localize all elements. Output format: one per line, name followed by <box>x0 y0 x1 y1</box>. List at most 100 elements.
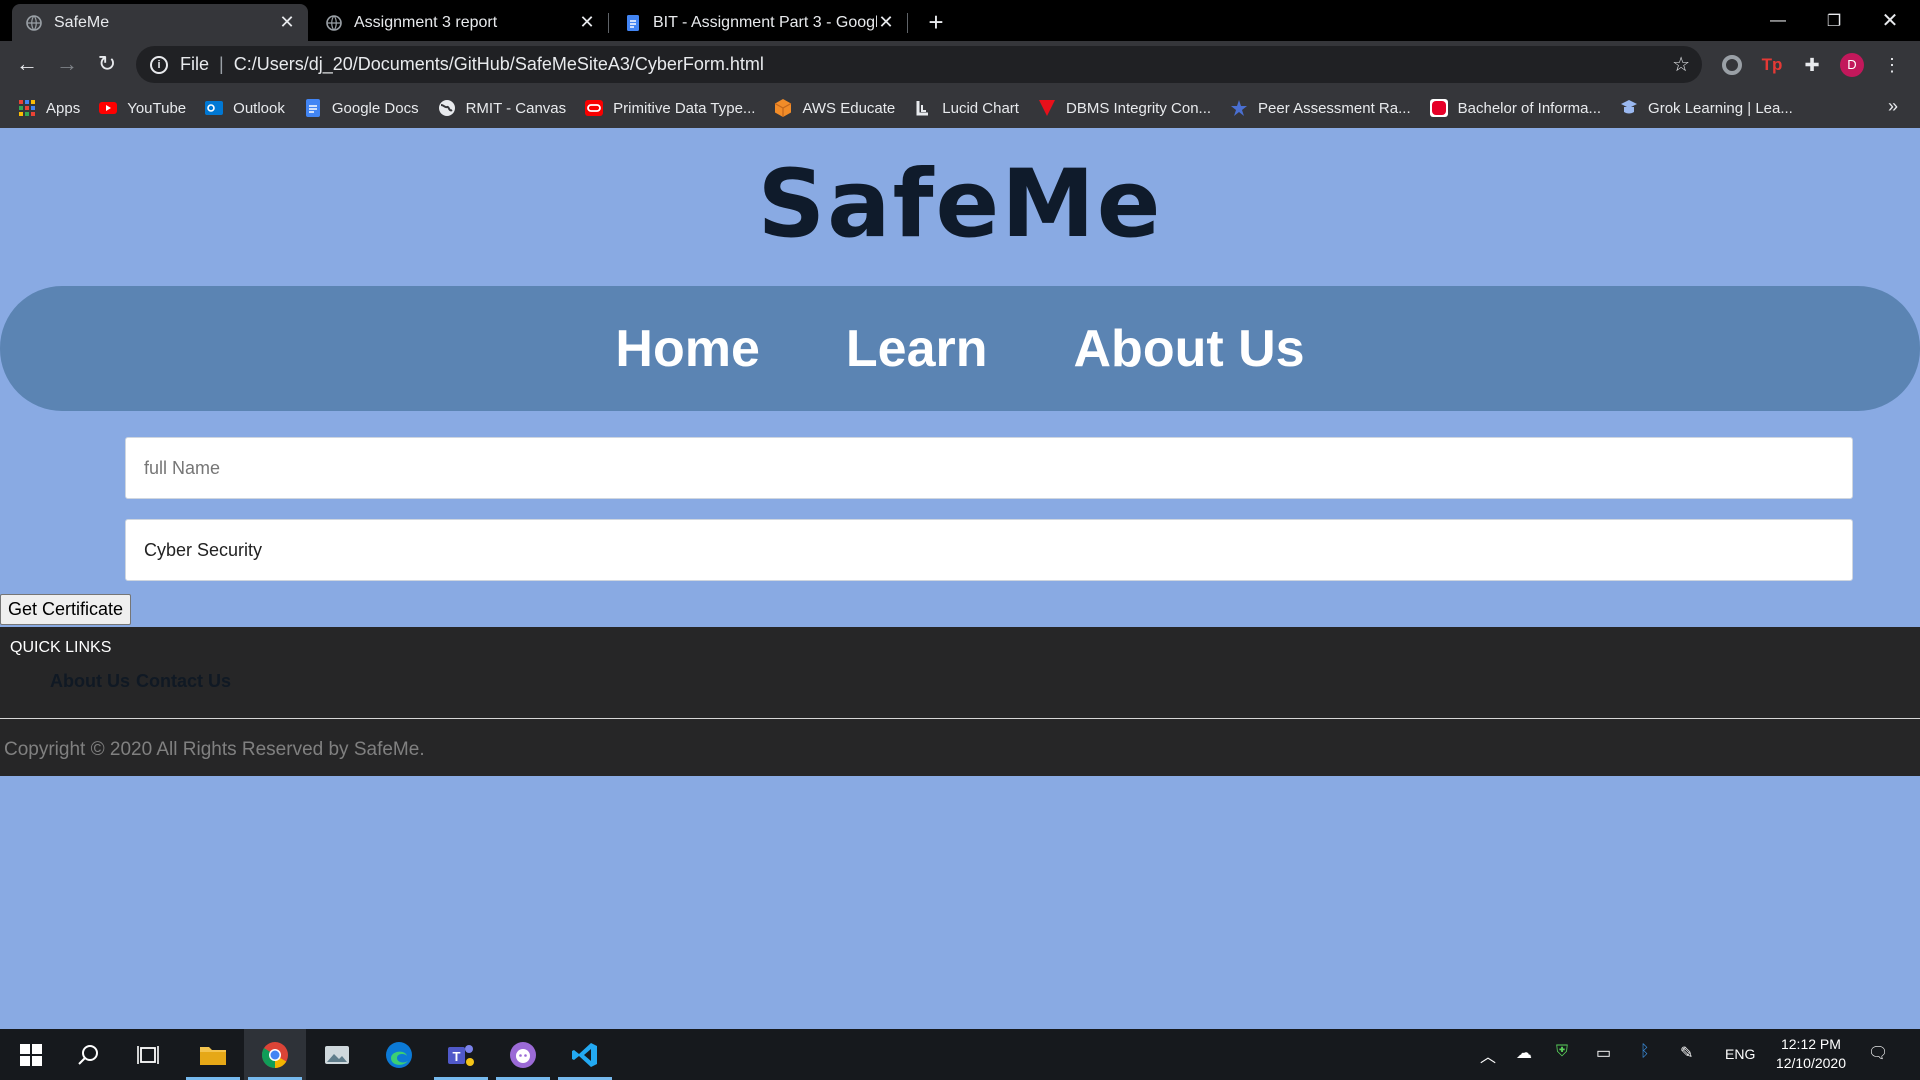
clock-date: 12/10/2020 <box>1775 1055 1846 1071</box>
github-desktop-icon[interactable] <box>492 1029 554 1080</box>
tab-google-doc[interactable]: BIT - Assignment Part 3 - Google ✕ <box>611 4 907 41</box>
back-icon[interactable]: ← <box>12 49 42 79</box>
footer-link-about-us[interactable]: About Us <box>50 671 130 691</box>
google-docs-icon <box>305 99 320 117</box>
bookmark-label: Bachelor of Informa... <box>1457 99 1602 117</box>
quick-links: About Us Contact Us <box>50 671 237 692</box>
nav-about-us[interactable]: About Us <box>1074 319 1305 379</box>
youtube-icon <box>99 102 118 114</box>
profile-initial: D <box>1840 53 1864 77</box>
tab-assignment-report[interactable]: Assignment 3 report ✕ <box>312 4 608 41</box>
bookmark-grok-learning[interactable]: Grok Learning | Lea... <box>1620 99 1793 117</box>
edge-icon[interactable] <box>368 1029 430 1080</box>
bookmark-label: AWS Educate <box>802 99 896 117</box>
tab-strip: SafeMe ✕ Assignment 3 report ✕ BIT - Ass… <box>0 0 1920 41</box>
address-bar[interactable]: i File | C:/Users/dj_20/Documents/GitHub… <box>136 46 1702 83</box>
svg-text:T: T <box>453 1049 461 1064</box>
teams-icon[interactable]: T <box>430 1029 492 1080</box>
address-scheme: File <box>180 54 210 74</box>
tab-separator <box>907 13 908 33</box>
system-clock[interactable]: 12:12 PM 12/10/2020 <box>1776 1035 1846 1073</box>
tab-title: SafeMe <box>54 13 110 31</box>
restore-icon[interactable]: ❐ <box>1806 0 1862 41</box>
windows-security-icon[interactable]: ⛨ <box>1556 1043 1568 1061</box>
aws-icon <box>775 99 792 117</box>
close-window-icon[interactable]: ✕ <box>1862 0 1918 41</box>
browser-toolbar: ← → ↻ i File | C:/Users/dj_20/Documents/… <box>0 41 1920 88</box>
peer-assessment-icon <box>1231 100 1248 116</box>
bookmark-label: Apps <box>46 99 81 117</box>
bookmark-google-docs[interactable]: Google Docs <box>304 99 419 117</box>
bluetooth-icon[interactable]: ᛒ <box>1640 1043 1650 1061</box>
bookmark-label: DBMS Integrity Con... <box>1065 99 1212 117</box>
info-icon[interactable]: i <box>150 55 168 74</box>
outlook-icon <box>205 101 224 115</box>
extensions-puzzle-icon[interactable]: ✚ <box>1800 53 1824 77</box>
site-logo: SafeMe <box>757 150 1163 259</box>
notifications-icon[interactable]: 🗨 <box>1868 1043 1888 1063</box>
lucidchart-icon <box>916 101 929 116</box>
nav-learn[interactable]: Learn <box>846 319 988 379</box>
photos-app-icon[interactable] <box>306 1029 368 1080</box>
footer-divider <box>0 718 1920 719</box>
show-hidden-icons-icon[interactable]: ︿ <box>1480 1043 1496 1067</box>
minimize-icon[interactable]: — <box>1750 0 1806 41</box>
close-icon[interactable]: ✕ <box>877 12 895 33</box>
search-icon[interactable] <box>58 1029 120 1080</box>
copyright-text: Copyright © 2020 All Rights Reserved by … <box>4 739 425 760</box>
close-icon[interactable]: ✕ <box>578 12 596 33</box>
extension-record-icon[interactable] <box>1720 53 1744 77</box>
bookmark-label: RMIT - Canvas <box>465 99 567 117</box>
clock-time: 12:12 PM <box>1780 1036 1841 1052</box>
reload-icon[interactable]: ↻ <box>92 49 122 79</box>
new-tab-button[interactable]: + <box>922 7 950 38</box>
bookmark-label: Grok Learning | Lea... <box>1648 99 1793 117</box>
bookmark-dbms-integrity[interactable]: DBMS Integrity Con... <box>1038 99 1211 117</box>
input-language[interactable]: ENG <box>1725 1046 1755 1062</box>
onedrive-icon[interactable]: ☁ <box>1516 1043 1532 1063</box>
full-name-input[interactable]: full Name <box>125 437 1853 499</box>
bookmark-label: Lucid Chart <box>942 99 1019 117</box>
forward-icon[interactable]: → <box>52 49 82 79</box>
address-divider: | <box>219 54 224 74</box>
footer-link-contact-us[interactable]: Contact Us <box>136 671 231 691</box>
bookmark-outlook[interactable]: Outlook <box>205 99 285 117</box>
profile-avatar[interactable]: D <box>1840 53 1864 77</box>
extension-tp-icon[interactable]: Tp <box>1760 53 1784 77</box>
vscode-icon[interactable] <box>554 1029 616 1080</box>
pen-workspace-icon[interactable]: ✎ <box>1680 1043 1693 1063</box>
battery-icon[interactable]: ▭ <box>1596 1043 1611 1063</box>
chrome-icon[interactable] <box>244 1029 306 1080</box>
webpage: SafeMe Home Learn About Us full Name Cyb… <box>0 128 1920 1029</box>
bookmark-apps[interactable]: Apps <box>18 99 80 117</box>
menu-kebab-icon[interactable]: ⋮ <box>1880 53 1904 77</box>
bookmark-aws-educate[interactable]: AWS Educate <box>774 99 895 117</box>
tab-safeme[interactable]: SafeMe ✕ <box>12 4 308 41</box>
grok-icon <box>1621 100 1638 114</box>
file-explorer-icon[interactable] <box>182 1029 244 1080</box>
google-docs-icon <box>627 14 639 31</box>
course-input[interactable]: Cyber Security <box>125 519 1853 581</box>
get-certificate-button[interactable]: Get Certificate <box>0 594 131 625</box>
nav-home[interactable]: Home <box>615 319 759 379</box>
dbms-icon <box>1038 100 1055 116</box>
bookmark-bachelor-info[interactable]: Bachelor of Informa... <box>1429 99 1602 117</box>
close-icon[interactable]: ✕ <box>278 12 296 33</box>
globe-icon <box>326 14 342 31</box>
course-value: Cyber Security <box>144 539 263 560</box>
bookmark-label: YouTube <box>127 99 187 117</box>
bookmark-peer-assessment[interactable]: Peer Assessment Ra... <box>1230 99 1411 117</box>
full-name-placeholder: full Name <box>144 457 221 478</box>
address-url: C:/Users/dj_20/Documents/GitHub/SafeMeSi… <box>233 54 764 74</box>
bookmark-rmit-canvas[interactable]: RMIT - Canvas <box>438 99 567 117</box>
bookmark-youtube[interactable]: YouTube <box>99 99 186 117</box>
oracle-icon <box>585 100 604 116</box>
bookmark-star-icon[interactable]: ☆ <box>1672 52 1690 77</box>
apps-grid-icon <box>19 100 35 116</box>
quick-links-title: QUICK LINKS <box>10 639 112 656</box>
bookmarks-overflow-icon[interactable]: » <box>1888 96 1898 117</box>
bookmark-primitive-data[interactable]: Primitive Data Type... <box>585 99 755 117</box>
bookmark-lucid-chart[interactable]: Lucid Chart <box>914 99 1019 117</box>
task-view-icon[interactable] <box>118 1029 180 1080</box>
windows-start-icon[interactable] <box>0 1029 62 1080</box>
